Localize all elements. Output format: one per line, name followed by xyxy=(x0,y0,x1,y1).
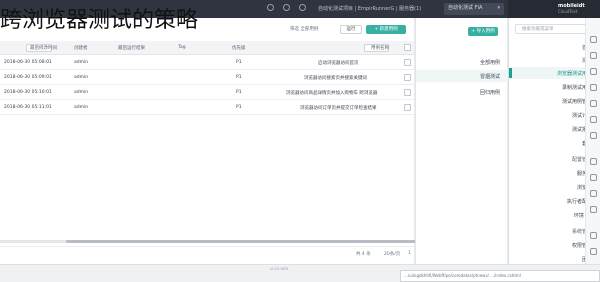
run-button[interactable]: 运行 xyxy=(340,25,362,34)
horizontal-scrollbar-thumb[interactable] xyxy=(66,240,416,243)
user-name: 自动化测试 FIA xyxy=(448,5,483,11)
git-icon[interactable] xyxy=(590,206,597,213)
case-name[interactable]: 浏览器访问商品详情页并加入购物车 跨浏览器 xyxy=(286,90,377,96)
plan-icon[interactable] xyxy=(590,116,597,123)
folder-item[interactable]: 回归用例 xyxy=(416,86,508,98)
case-priority: P1 xyxy=(236,105,242,110)
case-name[interactable]: 浏览器访问搜索页并搜索关键词 xyxy=(304,75,367,81)
table-row[interactable]: 启动浏览器访问首页 P1 admin 2018-06-30 05:08:01 xyxy=(0,55,414,70)
case-time: 2018-06-30 05:10:01 xyxy=(4,90,52,95)
brand: mobileidt CloudTest xyxy=(508,0,600,18)
project-info: 自动化测试项目 | EmpirRunnerG | 服务器(1) xyxy=(318,6,422,12)
header-result[interactable]: 最后运行结果 xyxy=(118,45,145,51)
folder-label: 回归用例 xyxy=(479,90,500,96)
case-creator: admin xyxy=(74,90,89,95)
report-icon[interactable] xyxy=(590,132,597,139)
header-name[interactable]: 用例名称 xyxy=(371,45,389,51)
test-icon[interactable] xyxy=(590,52,597,59)
user-menu[interactable]: 自动化测试 FIA ▾ xyxy=(444,3,504,15)
status-middle-text: ui.cs.ecls xyxy=(270,266,289,271)
new-case-button[interactable]: + 新建用例 xyxy=(366,25,406,34)
case-creator: admin xyxy=(74,105,89,110)
home-icon[interactable] xyxy=(590,36,597,43)
total-count: 共 4 条 xyxy=(356,252,371,257)
table-header: 用例名称 优先级 Tag 最后运行结果 创建者 最后修改时间 xyxy=(0,41,414,55)
sidebar-search-input[interactable]: 搜索功能或菜单 xyxy=(515,24,595,34)
case-time: 2018-06-30 05:08:01 xyxy=(4,60,52,65)
import-case-button[interactable]: + 导入用例 xyxy=(468,27,498,36)
current-page[interactable]: 1 xyxy=(408,251,411,256)
case-priority: P1 xyxy=(236,90,242,95)
header-tag[interactable]: Tag xyxy=(178,45,186,50)
help-icon[interactable] xyxy=(283,4,290,11)
icon-rail xyxy=(585,18,600,282)
executor-icon[interactable] xyxy=(590,190,597,197)
case-time: 2018-06-30 05:11:01 xyxy=(4,105,52,110)
lock-icon[interactable] xyxy=(590,232,597,239)
folder-item-selected[interactable]: 冒烟测试 xyxy=(416,70,508,82)
case-time: 2018-06-30 05:09:01 xyxy=(4,75,52,80)
server-icon[interactable] xyxy=(590,158,597,165)
notification-icon[interactable] xyxy=(267,4,274,11)
row-checkbox[interactable] xyxy=(404,104,411,111)
pagination: 共 4 条 20条/页 1 xyxy=(0,246,414,260)
topbar-icons xyxy=(267,4,306,11)
row-checkbox[interactable] xyxy=(404,59,411,66)
case-creator: admin xyxy=(74,60,89,65)
folder-item[interactable]: 全部用例 xyxy=(416,56,508,68)
settings-icon[interactable] xyxy=(299,4,306,11)
status-url: .../uiingdkhhfi/Webff/pe/coredatas/ptnew… xyxy=(400,270,600,282)
page-caption: 跨浏览器测试的策略 xyxy=(0,8,199,33)
case-priority: P1 xyxy=(236,60,242,65)
table-row[interactable]: 浏览器访问搜索页并搜索关键词 P1 admin 2018-06-30 05:09… xyxy=(0,70,414,85)
case-creator: admin xyxy=(74,75,89,80)
table-row[interactable]: 浏览器访问订单页并提交订单检查结果 P1 admin 2018-06-30 05… xyxy=(0,100,414,115)
globe-icon[interactable] xyxy=(590,174,597,181)
case-name[interactable]: 浏览器访问订单页并提交订单检查结果 xyxy=(300,105,377,111)
filter-text[interactable]: 筛选 全部用例 xyxy=(290,26,318,32)
case-priority: P1 xyxy=(236,75,242,80)
case-folder-panel: + 导入用例 全部用例 冒烟测试 回归用例 xyxy=(415,18,508,264)
table-row[interactable]: 浏览器访问商品详情页并加入购物车 跨浏览器 P1 admin 2018-06-3… xyxy=(0,85,414,100)
folder-label: 全部用例 xyxy=(479,60,500,66)
case-name[interactable]: 启动浏览器访问首页 xyxy=(318,60,359,66)
team-icon[interactable] xyxy=(590,248,597,255)
row-checkbox[interactable] xyxy=(404,89,411,96)
sidebar-active-indicator xyxy=(509,68,512,78)
header-creator[interactable]: 创建者 xyxy=(74,45,88,51)
manage-icon[interactable] xyxy=(590,100,597,107)
main-content: + 新建用例 运行 筛选 全部用例 用例名称 优先级 Tag 最后运行结果 创建… xyxy=(0,18,416,264)
browser-icon[interactable] xyxy=(590,68,597,75)
header-time[interactable]: 最后修改时间 xyxy=(30,45,57,51)
header-priority[interactable]: 优先级 xyxy=(232,45,246,51)
folder-label: 冒烟测试 xyxy=(479,74,500,80)
page: 自动化测试项目 | EmpirRunnerG | 服务器(1) 自动化测试 FI… xyxy=(0,0,600,282)
brand-subtitle: CloudTest xyxy=(558,9,578,14)
select-all-checkbox[interactable] xyxy=(404,44,411,51)
chevron-down-icon: ▾ xyxy=(497,5,500,11)
record-icon[interactable] xyxy=(590,84,597,91)
row-checkbox[interactable] xyxy=(404,74,411,81)
page-size-select[interactable]: 20条/页 xyxy=(384,251,400,257)
